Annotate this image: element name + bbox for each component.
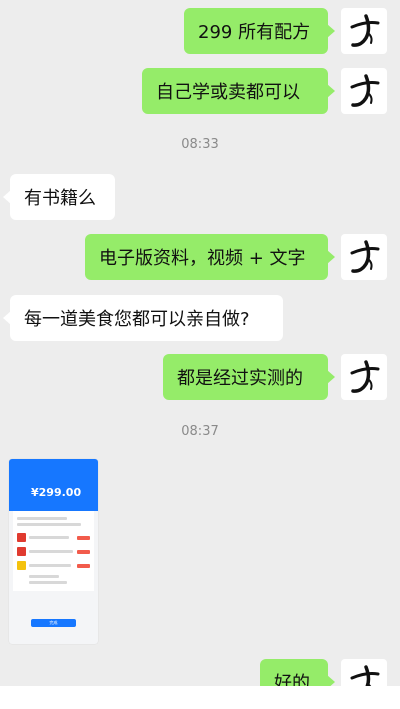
received-message-bubble[interactable]: 每一道美食您都可以亲自做? bbox=[3, 295, 283, 341]
detail-button bbox=[77, 536, 90, 540]
detail-line bbox=[17, 523, 81, 526]
merchant-logo bbox=[17, 533, 26, 542]
payment-details bbox=[13, 511, 94, 591]
timestamp: 08:33 bbox=[181, 137, 219, 152]
payment-amount: ¥299.00 bbox=[31, 486, 82, 499]
calligraphy-avatar-icon bbox=[350, 360, 380, 393]
user-avatar[interactable] bbox=[341, 234, 387, 280]
user-avatar[interactable] bbox=[341, 354, 387, 400]
user-avatar[interactable] bbox=[341, 8, 387, 54]
payment-screenshot-image[interactable]: ¥299.00 完成 bbox=[9, 459, 98, 644]
sent-message-bubble[interactable]: 都是经过实测的 bbox=[163, 354, 335, 400]
chat-area: 299 所有配方 自己学或卖都可以 08:33 有书籍么 电子版资料，视频 + … bbox=[0, 0, 400, 686]
detail-line bbox=[29, 536, 69, 539]
payment-header: ¥299.00 bbox=[9, 459, 98, 511]
calligraphy-avatar-icon bbox=[350, 240, 380, 273]
calligraphy-avatar-icon bbox=[350, 74, 380, 107]
detail-line bbox=[29, 550, 73, 553]
calligraphy-avatar-icon bbox=[350, 14, 380, 47]
received-message-bubble[interactable]: 有书籍么 bbox=[3, 174, 115, 220]
payment-done-button: 完成 bbox=[31, 619, 76, 627]
detail-line bbox=[17, 517, 67, 520]
sent-message-bubble[interactable]: 自己学或卖都可以 bbox=[142, 68, 335, 114]
user-avatar[interactable] bbox=[341, 68, 387, 114]
detail-line bbox=[29, 564, 71, 567]
detail-button bbox=[77, 564, 90, 568]
timestamp: 08:37 bbox=[181, 424, 219, 439]
calligraphy-avatar-icon bbox=[350, 665, 380, 686]
detail-line bbox=[29, 581, 67, 584]
bottom-input-bar bbox=[0, 686, 400, 709]
detail-button bbox=[77, 550, 90, 554]
user-avatar[interactable] bbox=[341, 659, 387, 686]
merchant-logo bbox=[17, 561, 26, 570]
merchant-logo bbox=[17, 547, 26, 556]
sent-message-bubble[interactable]: 好的 bbox=[260, 659, 335, 686]
sent-message-bubble[interactable]: 电子版资料，视频 + 文字 bbox=[85, 234, 335, 280]
sent-message-bubble[interactable]: 299 所有配方 bbox=[184, 8, 335, 54]
detail-line bbox=[29, 575, 59, 578]
